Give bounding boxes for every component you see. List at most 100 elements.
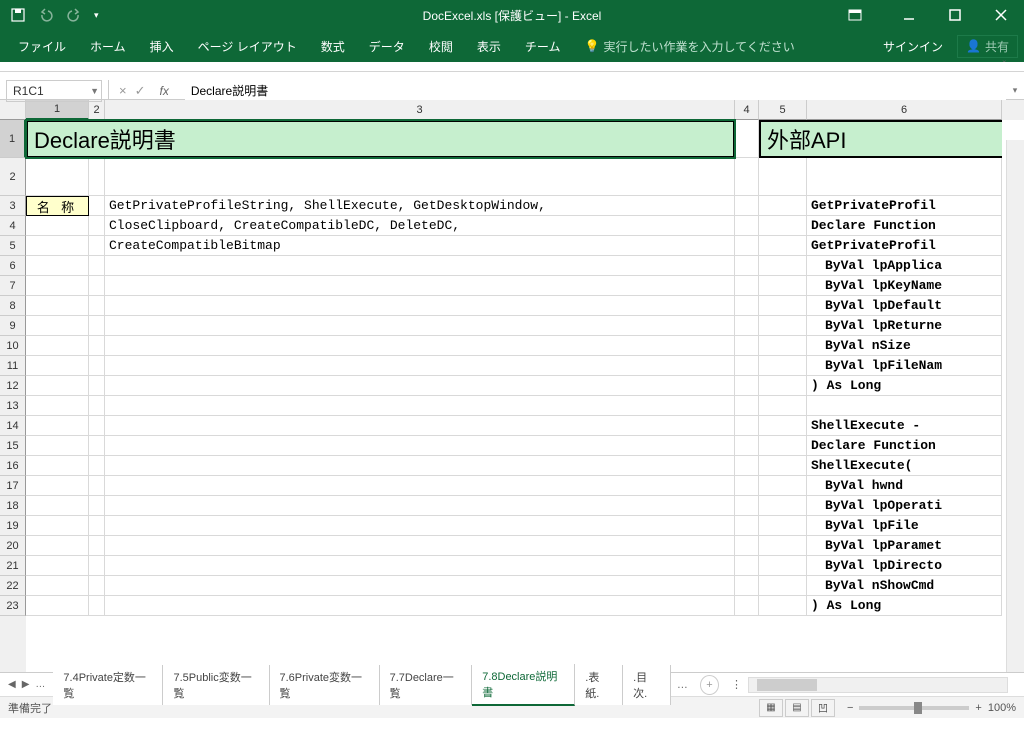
enter-icon[interactable]: ✓ <box>135 83 146 99</box>
view-page-layout-icon[interactable]: ▤ <box>785 699 809 717</box>
row-header-14[interactable]: 14 <box>0 416 26 436</box>
sheet-tabs-menu-icon[interactable]: ⋮ <box>725 678 748 691</box>
maximize-button[interactable] <box>932 0 978 30</box>
cell-r7c6[interactable]: ByVal lpKeyName <box>807 276 1002 296</box>
ribbon-collapse-icon[interactable]: ˇ <box>1003 60 1006 71</box>
col-header-3[interactable]: 3 <box>105 100 735 120</box>
tab-formulas[interactable]: 数式 <box>309 30 357 62</box>
sheet-nav-next-icon[interactable]: ▶ <box>22 679 30 690</box>
col-header-2[interactable]: 2 <box>89 100 105 120</box>
cell-r3c4[interactable] <box>735 196 759 216</box>
row-header-22[interactable]: 22 <box>0 576 26 596</box>
row-header-3[interactable]: 3 <box>0 196 26 216</box>
redo-icon[interactable] <box>66 7 82 23</box>
name-box[interactable]: R1C1 ▼ <box>6 80 102 102</box>
cell-r5c5[interactable] <box>759 236 807 256</box>
zoom-level[interactable]: 100% <box>988 702 1016 714</box>
row-header-1[interactable]: 1 <box>0 120 26 158</box>
row-header-8[interactable]: 8 <box>0 296 26 316</box>
cell-r2c2[interactable] <box>89 158 105 196</box>
formula-expand-icon[interactable]: ▾ <box>1006 85 1024 96</box>
cell-r13c6[interactable] <box>807 396 1002 416</box>
cell-r1c5-title[interactable]: 外部API <box>759 120 1002 158</box>
sign-in-link[interactable]: サインイン <box>883 38 943 55</box>
share-button[interactable]: 👤 共有 <box>957 35 1018 58</box>
cell-r4c4[interactable] <box>735 216 759 236</box>
cell-r17c6[interactable]: ByVal hwnd <box>807 476 1002 496</box>
close-button[interactable] <box>978 0 1024 30</box>
zoom-out-button[interactable]: − <box>847 702 853 714</box>
row-header-6[interactable]: 6 <box>0 256 26 276</box>
cell-r4c2[interactable] <box>89 216 105 236</box>
vertical-scrollbar[interactable] <box>1006 140 1024 672</box>
cell-r4c5[interactable] <box>759 216 807 236</box>
new-sheet-button[interactable]: + <box>700 675 719 695</box>
cell-r19c6[interactable]: ByVal lpFile <box>807 516 1002 536</box>
cell-r10c6[interactable]: ByVal nSize <box>807 336 1002 356</box>
cell-r4c1[interactable] <box>26 216 89 236</box>
horizontal-scrollbar[interactable] <box>748 677 1008 693</box>
view-normal-icon[interactable]: ▦ <box>759 699 783 717</box>
cell-r5c6[interactable]: GetPrivateProfil <box>807 236 1002 256</box>
row-header-4[interactable]: 4 <box>0 216 26 236</box>
row-header-11[interactable]: 11 <box>0 356 26 376</box>
cell-r2c5[interactable] <box>759 158 807 196</box>
cell-r15c6[interactable]: Declare Function <box>807 436 1002 456</box>
row-header-10[interactable]: 10 <box>0 336 26 356</box>
cell-r3c3[interactable]: GetPrivateProfileString, ShellExecute, G… <box>105 196 735 216</box>
row-header-9[interactable]: 9 <box>0 316 26 336</box>
cell-r5c4[interactable] <box>735 236 759 256</box>
cell-r3c2[interactable] <box>89 196 105 216</box>
cell-r22c6[interactable]: ByVal nShowCmd <box>807 576 1002 596</box>
row-header-7[interactable]: 7 <box>0 276 26 296</box>
row-header-19[interactable]: 19 <box>0 516 26 536</box>
tell-me-search[interactable]: 💡 実行したい作業を入力してください <box>572 30 806 62</box>
formula-input[interactable] <box>185 80 1006 102</box>
row-header-18[interactable]: 18 <box>0 496 26 516</box>
row-header-16[interactable]: 16 <box>0 456 26 476</box>
zoom-in-button[interactable]: + <box>975 702 981 714</box>
cell-r4c3[interactable]: CloseClipboard, CreateCompatibleDC, Dele… <box>105 216 735 236</box>
cell-r2c4[interactable] <box>735 158 759 196</box>
cell-r5c2[interactable] <box>89 236 105 256</box>
cell-r12c6[interactable]: ) As Long <box>807 376 1002 396</box>
cell-r5c3[interactable]: CreateCompatibleBitmap <box>105 236 735 256</box>
select-all-corner[interactable] <box>0 100 26 120</box>
cell-r3c5[interactable] <box>759 196 807 216</box>
qat-customize-icon[interactable]: ▾ <box>94 10 99 21</box>
save-icon[interactable] <box>10 7 26 23</box>
cell-r2c6[interactable] <box>807 158 1002 196</box>
cell-r1c4[interactable] <box>735 120 759 158</box>
cell-r3c1-label[interactable]: 名 称 <box>26 196 89 216</box>
row-header-12[interactable]: 12 <box>0 376 26 396</box>
tab-page-layout[interactable]: ページ レイアウト <box>186 30 309 62</box>
col-header-6[interactable]: 6 <box>807 100 1002 120</box>
row-header-21[interactable]: 21 <box>0 556 26 576</box>
col-header-1[interactable]: 1 <box>26 100 89 120</box>
cell-r8c6[interactable]: ByVal lpDefault <box>807 296 1002 316</box>
cell-r14c6[interactable]: ShellExecute - <box>807 416 1002 436</box>
name-box-dropdown-icon[interactable]: ▼ <box>90 86 99 96</box>
undo-icon[interactable] <box>38 7 54 23</box>
ribbon-display-icon[interactable] <box>832 0 878 30</box>
cell-r9c6[interactable]: ByVal lpReturne <box>807 316 1002 336</box>
cell-r1c1-title[interactable]: Declare説明書 <box>26 120 735 158</box>
col-header-4[interactable]: 4 <box>735 100 759 120</box>
cell-r16c6[interactable]: ShellExecute( <box>807 456 1002 476</box>
zoom-slider[interactable] <box>859 706 969 710</box>
row-header-15[interactable]: 15 <box>0 436 26 456</box>
cells-area[interactable]: Declare説明書 外部API 名 称 GetPrivateProfileSt… <box>26 120 1024 672</box>
cell-r4c6[interactable]: Declare Function <box>807 216 1002 236</box>
sheet-nav-more[interactable]: … <box>35 679 45 690</box>
cancel-icon[interactable]: × <box>119 83 127 98</box>
row-header-17[interactable]: 17 <box>0 476 26 496</box>
view-page-break-icon[interactable]: 凹 <box>811 699 835 717</box>
sheet-nav-more-right[interactable]: … <box>671 679 694 691</box>
row-header-23[interactable]: 23 <box>0 596 26 616</box>
row-header-2[interactable]: 2 <box>0 158 26 196</box>
cell-r5c1[interactable] <box>26 236 89 256</box>
tab-home[interactable]: ホーム <box>78 30 138 62</box>
row-header-5[interactable]: 5 <box>0 236 26 256</box>
col-header-5[interactable]: 5 <box>759 100 807 120</box>
tab-insert[interactable]: 挿入 <box>138 30 186 62</box>
